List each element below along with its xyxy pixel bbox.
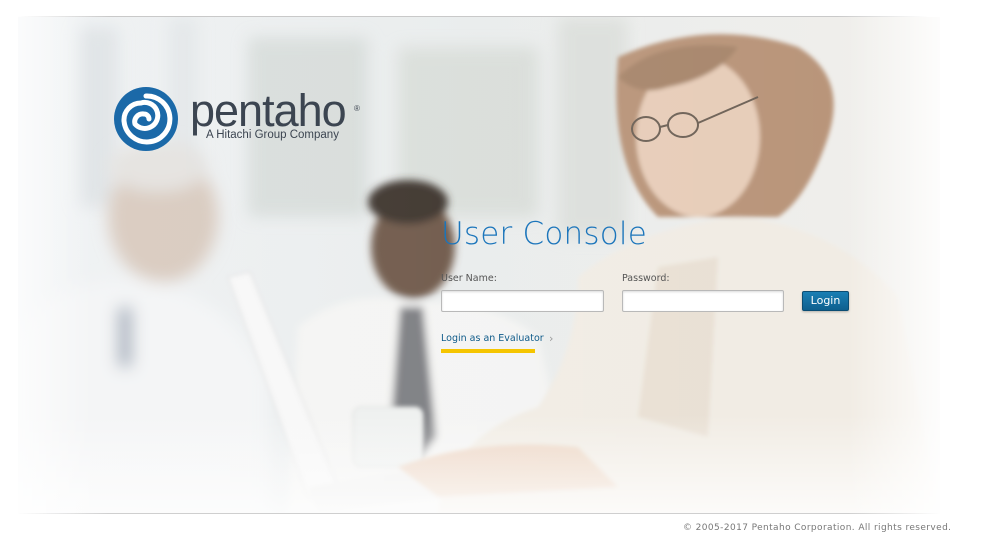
login-page: pentaho ® A Hitachi Group Company User C… [0,0,994,552]
pentaho-swirl-icon [114,87,178,151]
logo-tagline: A Hitachi Group Company [206,129,339,141]
username-field[interactable] [441,290,604,312]
login-as-evaluator-link[interactable]: Login as an Evaluator [441,333,544,344]
evaluator-highlight-bar [441,349,535,353]
login-button[interactable]: Login [802,291,849,311]
password-field[interactable] [622,290,784,312]
page-title: User Console [441,216,647,252]
registered-mark: ® [354,104,360,113]
pentaho-logo: pentaho ® A Hitachi Group Company [113,86,363,154]
bottom-divider [18,513,940,514]
password-label: Password: [622,273,670,284]
copyright-text: © 2005-2017 Pentaho Corporation. All rig… [683,523,952,533]
chevron-right-icon: › [549,332,554,345]
username-label: User Name: [441,273,497,284]
